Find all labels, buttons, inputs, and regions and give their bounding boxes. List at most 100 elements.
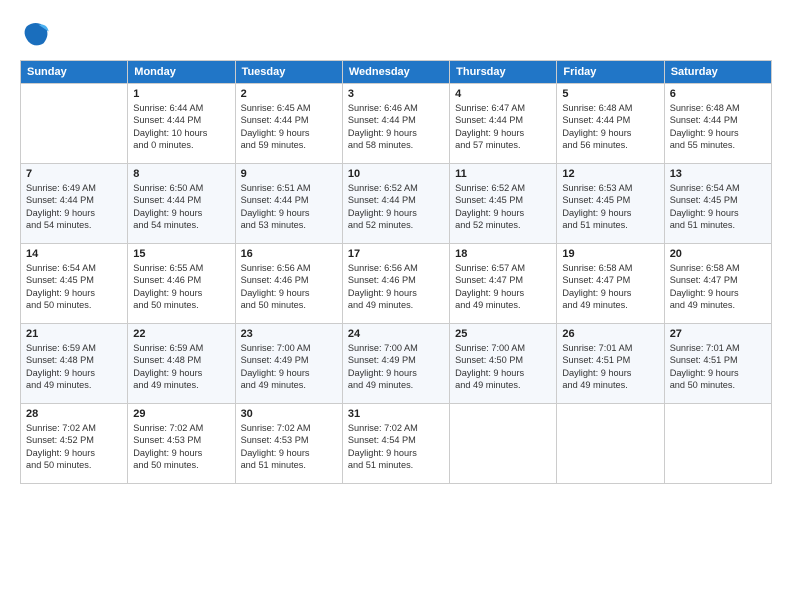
day-number: 18 (455, 248, 551, 260)
calendar-cell: 31 Sunrise: 7:02 AMSunset: 4:54 PMDayligh… (342, 404, 449, 484)
calendar-cell: 7 Sunrise: 6:49 AMSunset: 4:44 PMDaylight… (21, 164, 128, 244)
day-number: 4 (455, 88, 551, 100)
calendar-table: SundayMondayTuesdayWednesdayThursdayFrid… (20, 60, 772, 484)
calendar-cell: 6 Sunrise: 6:48 AMSunset: 4:44 PMDaylight… (664, 84, 771, 164)
calendar-cell: 10 Sunrise: 6:52 AMSunset: 4:44 PMDayligh… (342, 164, 449, 244)
day-number: 15 (133, 248, 229, 260)
day-info: Sunrise: 6:45 AMSunset: 4:44 PMDaylight:… (241, 102, 337, 152)
day-number: 21 (26, 328, 122, 340)
header-row: SundayMondayTuesdayWednesdayThursdayFrid… (21, 61, 772, 84)
day-number: 29 (133, 408, 229, 420)
day-info: Sunrise: 6:55 AMSunset: 4:46 PMDaylight:… (133, 262, 229, 312)
calendar-cell (450, 404, 557, 484)
calendar-cell: 21 Sunrise: 6:59 AMSunset: 4:48 PMDayligh… (21, 324, 128, 404)
day-info: Sunrise: 6:53 AMSunset: 4:45 PMDaylight:… (562, 182, 658, 232)
day-number: 24 (348, 328, 444, 340)
day-info: Sunrise: 6:44 AMSunset: 4:44 PMDaylight:… (133, 102, 229, 152)
week-row-3: 21 Sunrise: 6:59 AMSunset: 4:48 PMDayligh… (21, 324, 772, 404)
day-number: 10 (348, 168, 444, 180)
day-info: Sunrise: 6:50 AMSunset: 4:44 PMDaylight:… (133, 182, 229, 232)
day-info: Sunrise: 7:02 AMSunset: 4:54 PMDaylight:… (348, 422, 444, 472)
day-header-saturday: Saturday (664, 61, 771, 84)
day-header-sunday: Sunday (21, 61, 128, 84)
week-row-4: 28Sunrise: 7:02 AMSunset: 4:52 PMDayligh… (21, 404, 772, 484)
day-info: Sunrise: 7:00 AMSunset: 4:49 PMDaylight:… (241, 342, 337, 392)
day-info: Sunrise: 6:54 AMSunset: 4:45 PMDaylight:… (670, 182, 766, 232)
calendar-cell: 13 Sunrise: 6:54 AMSunset: 4:45 PMDayligh… (664, 164, 771, 244)
calendar-cell: 27Sunrise: 7:01 AMSunset: 4:51 PMDayligh… (664, 324, 771, 404)
day-number: 2 (241, 88, 337, 100)
calendar-cell: 25 Sunrise: 7:00 AMSunset: 4:50 PMDayligh… (450, 324, 557, 404)
calendar-cell: 5 Sunrise: 6:48 AMSunset: 4:44 PMDaylight… (557, 84, 664, 164)
day-number: 17 (348, 248, 444, 260)
day-info: Sunrise: 6:57 AMSunset: 4:47 PMDaylight:… (455, 262, 551, 312)
day-number: 6 (670, 88, 766, 100)
calendar-cell: 11 Sunrise: 6:52 AMSunset: 4:45 PMDayligh… (450, 164, 557, 244)
day-number: 16 (241, 248, 337, 260)
day-number: 20 (670, 248, 766, 260)
calendar-cell: 17 Sunrise: 6:56 AMSunset: 4:46 PMDayligh… (342, 244, 449, 324)
page: SundayMondayTuesdayWednesdayThursdayFrid… (0, 0, 792, 612)
day-number: 14 (26, 248, 122, 260)
day-number: 11 (455, 168, 551, 180)
calendar-cell: 8 Sunrise: 6:50 AMSunset: 4:44 PMDaylight… (128, 164, 235, 244)
calendar-cell: 26 Sunrise: 7:01 AMSunset: 4:51 PMDayligh… (557, 324, 664, 404)
day-info: Sunrise: 6:59 AMSunset: 4:48 PMDaylight:… (26, 342, 122, 392)
day-number: 5 (562, 88, 658, 100)
header (20, 18, 772, 50)
day-info: Sunrise: 7:01 AMSunset: 4:51 PMDaylight:… (562, 342, 658, 392)
calendar-cell: 1 Sunrise: 6:44 AMSunset: 4:44 PMDaylight… (128, 84, 235, 164)
day-number: 25 (455, 328, 551, 340)
day-number: 9 (241, 168, 337, 180)
day-number: 7 (26, 168, 122, 180)
day-header-tuesday: Tuesday (235, 61, 342, 84)
calendar-cell: 24 Sunrise: 7:00 AMSunset: 4:49 PMDayligh… (342, 324, 449, 404)
day-number: 3 (348, 88, 444, 100)
week-row-0: 1 Sunrise: 6:44 AMSunset: 4:44 PMDaylight… (21, 84, 772, 164)
day-info: Sunrise: 7:02 AMSunset: 4:53 PMDaylight:… (241, 422, 337, 472)
calendar-cell: 9 Sunrise: 6:51 AMSunset: 4:44 PMDaylight… (235, 164, 342, 244)
day-info: Sunrise: 6:56 AMSunset: 4:46 PMDaylight:… (348, 262, 444, 312)
calendar-cell: 14 Sunrise: 6:54 AMSunset: 4:45 PMDayligh… (21, 244, 128, 324)
day-number: 31 (348, 408, 444, 420)
calendar-cell: 12 Sunrise: 6:53 AMSunset: 4:45 PMDayligh… (557, 164, 664, 244)
day-number: 19 (562, 248, 658, 260)
calendar-cell (21, 84, 128, 164)
calendar-cell (664, 404, 771, 484)
day-number: 30 (241, 408, 337, 420)
day-number: 28 (26, 408, 122, 420)
day-number: 13 (670, 168, 766, 180)
calendar-cell: 29 Sunrise: 7:02 AMSunset: 4:53 PMDayligh… (128, 404, 235, 484)
calendar-cell: 18 Sunrise: 6:57 AMSunset: 4:47 PMDayligh… (450, 244, 557, 324)
day-info: Sunrise: 6:47 AMSunset: 4:44 PMDaylight:… (455, 102, 551, 152)
day-number: 8 (133, 168, 229, 180)
day-info: Sunrise: 7:00 AMSunset: 4:50 PMDaylight:… (455, 342, 551, 392)
week-row-1: 7 Sunrise: 6:49 AMSunset: 4:44 PMDaylight… (21, 164, 772, 244)
day-number: 22 (133, 328, 229, 340)
day-info: Sunrise: 7:00 AMSunset: 4:49 PMDaylight:… (348, 342, 444, 392)
calendar-cell: 19Sunrise: 6:58 AMSunset: 4:47 PMDayligh… (557, 244, 664, 324)
calendar-cell: 4 Sunrise: 6:47 AMSunset: 4:44 PMDaylight… (450, 84, 557, 164)
day-info: Sunrise: 6:48 AMSunset: 4:44 PMDaylight:… (670, 102, 766, 152)
calendar-cell: 2 Sunrise: 6:45 AMSunset: 4:44 PMDaylight… (235, 84, 342, 164)
day-info: Sunrise: 6:52 AMSunset: 4:45 PMDaylight:… (455, 182, 551, 232)
calendar-cell: 23 Sunrise: 7:00 AMSunset: 4:49 PMDayligh… (235, 324, 342, 404)
week-row-2: 14 Sunrise: 6:54 AMSunset: 4:45 PMDayligh… (21, 244, 772, 324)
calendar-cell: 30 Sunrise: 7:02 AMSunset: 4:53 PMDayligh… (235, 404, 342, 484)
day-number: 12 (562, 168, 658, 180)
day-info: Sunrise: 6:51 AMSunset: 4:44 PMDaylight:… (241, 182, 337, 232)
day-info: Sunrise: 6:49 AMSunset: 4:44 PMDaylight:… (26, 182, 122, 232)
day-number: 1 (133, 88, 229, 100)
calendar-cell: 15 Sunrise: 6:55 AMSunset: 4:46 PMDayligh… (128, 244, 235, 324)
day-info: Sunrise: 7:01 AMSunset: 4:51 PMDaylight:… (670, 342, 766, 392)
day-number: 26 (562, 328, 658, 340)
day-info: Sunrise: 7:02 AMSunset: 4:53 PMDaylight:… (133, 422, 229, 472)
day-header-monday: Monday (128, 61, 235, 84)
day-info: Sunrise: 6:52 AMSunset: 4:44 PMDaylight:… (348, 182, 444, 232)
day-number: 23 (241, 328, 337, 340)
day-info: Sunrise: 6:48 AMSunset: 4:44 PMDaylight:… (562, 102, 658, 152)
day-info: Sunrise: 6:54 AMSunset: 4:45 PMDaylight:… (26, 262, 122, 312)
calendar-cell (557, 404, 664, 484)
calendar-cell: 28Sunrise: 7:02 AMSunset: 4:52 PMDayligh… (21, 404, 128, 484)
calendar-cell: 20Sunrise: 6:58 AMSunset: 4:47 PMDayligh… (664, 244, 771, 324)
